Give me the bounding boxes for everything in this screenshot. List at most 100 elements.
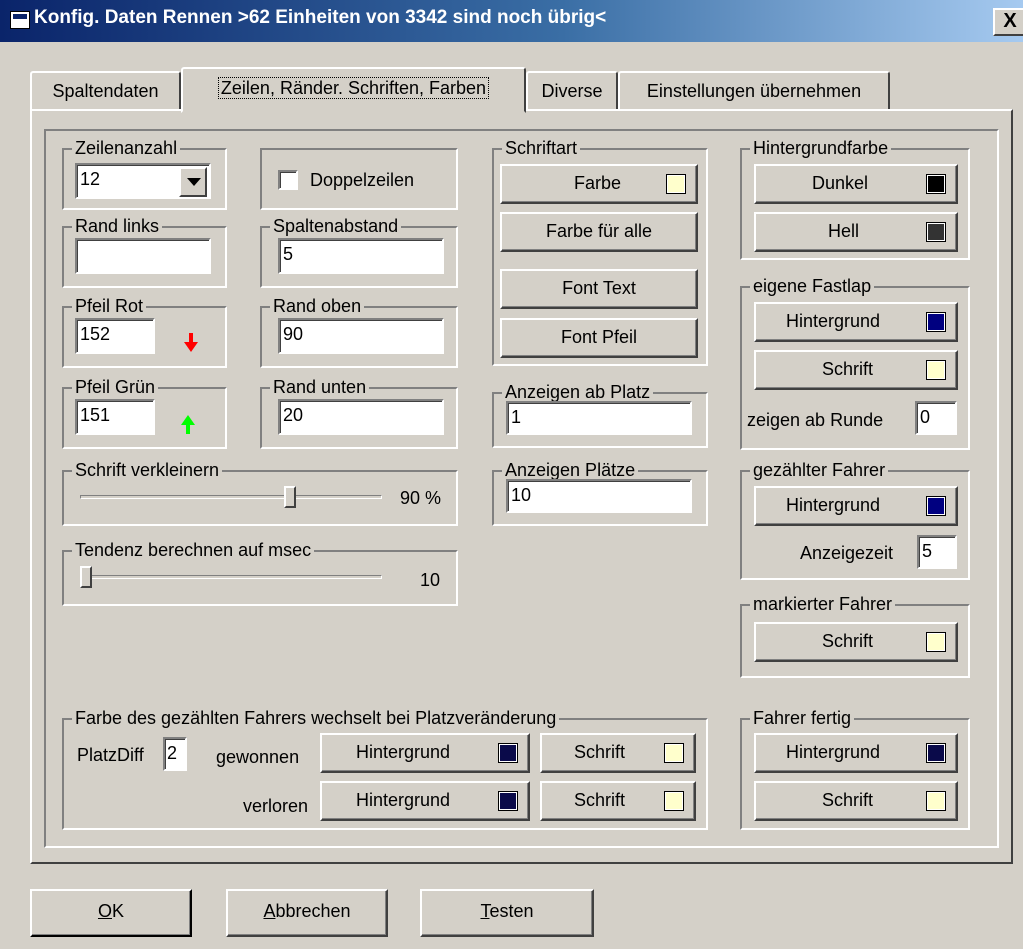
group-label: Farbe des gezählten Fahrers wechselt bei…	[72, 707, 560, 729]
group-label: Rand unten	[270, 376, 370, 398]
button-label: Testen	[422, 891, 592, 931]
platzdiff-label: PlatzDiff	[77, 745, 144, 765]
button-label: Schrift	[574, 790, 626, 810]
button-label: Hintergrund	[786, 495, 881, 515]
anzeigen-ab-platz-input[interactable]: 1	[506, 401, 692, 435]
rand-unten-input[interactable]: 20	[278, 399, 444, 435]
group-label: Schrift verkleinern	[72, 459, 223, 481]
button-label: Hintergrund	[786, 742, 881, 762]
schriftart-farbe-button[interactable]: Farbe	[500, 164, 698, 204]
verloren-label: verloren	[243, 796, 309, 816]
anzeigezeit-label: Anzeigezeit	[800, 543, 894, 563]
combo-value: 12	[80, 169, 101, 189]
tab-einstellungen[interactable]: Einstellungen übernehmen	[618, 71, 890, 111]
tendenz-track[interactable]	[80, 575, 382, 579]
group-label: Rand oben	[270, 295, 365, 317]
fertig-hintergrund-button[interactable]: Hintergrund	[754, 733, 958, 773]
hell-button[interactable]: Hell	[754, 212, 958, 252]
tendenz-slider[interactable]	[80, 566, 92, 588]
button-label: Schrift	[574, 742, 626, 762]
abbrechen-button[interactable]: Abbrechen	[226, 889, 388, 937]
tab-spaltendaten[interactable]: Spaltendaten	[30, 71, 181, 111]
group-label: Pfeil Grün	[72, 376, 159, 398]
button-label: Hintergrund	[786, 311, 881, 331]
font-text-button[interactable]: Font Text	[500, 269, 698, 309]
schrift-verkleinern-track[interactable]	[80, 495, 382, 499]
app-icon	[10, 11, 30, 29]
button-label: OK	[32, 891, 190, 931]
farbe-fuer-alle-button[interactable]: Farbe für alle	[500, 212, 698, 252]
group-label: Rand links	[72, 215, 163, 237]
mnemonic: A	[263, 901, 276, 921]
ok-button[interactable]: OK	[30, 889, 192, 937]
color-swatch-icon	[926, 174, 946, 194]
anzeigen-plaetze-input[interactable]: 10	[506, 479, 692, 513]
chevron-down-icon[interactable]	[179, 167, 207, 197]
button-label: Schrift	[822, 359, 874, 379]
window-title: Konfig. Daten Rennen >62 Einheiten von 3…	[34, 7, 607, 28]
fastlap-hintergrund-button[interactable]: Hintergrund	[754, 302, 958, 342]
label-rest: esten	[489, 901, 534, 921]
group-label: markierter Fahrer	[750, 593, 896, 615]
pfeil-rot-input[interactable]: 152	[75, 318, 155, 354]
tendenz-value: 10	[420, 570, 441, 590]
button-label: Hintergrund	[356, 790, 451, 810]
platzdiff-input[interactable]: 2	[163, 737, 187, 771]
group-label: eigene Fastlap	[750, 275, 875, 297]
markierter-schrift-button[interactable]: Schrift	[754, 622, 958, 662]
color-swatch-icon	[664, 791, 684, 811]
testen-button[interactable]: Testen	[420, 889, 594, 937]
zeilenanzahl-combo[interactable]: 12	[75, 163, 211, 199]
color-swatch-icon	[926, 312, 946, 332]
dunkel-button[interactable]: Dunkel	[754, 164, 958, 204]
group-label: Pfeil Rot	[72, 295, 147, 317]
color-swatch-icon	[498, 791, 518, 811]
mnemonic: O	[97, 901, 112, 921]
tab-zeilen-raender[interactable]: Zeilen, Ränder. Schriften, Farben	[181, 67, 526, 113]
button-label: Schrift	[822, 790, 874, 810]
color-swatch-icon	[498, 743, 518, 763]
button-label: Font Text	[562, 278, 636, 298]
verloren-schrift-button[interactable]: Schrift	[540, 781, 696, 821]
tab-label: Diverse	[541, 81, 603, 101]
color-swatch-icon	[926, 496, 946, 516]
group-label: Fahrer fertig	[750, 707, 855, 729]
button-label: Farbe für alle	[545, 221, 653, 241]
gewonnen-hintergrund-button[interactable]: Hintergrund	[320, 733, 530, 773]
red-down-arrow-icon	[184, 333, 198, 352]
zeigen-ab-runde-input[interactable]: 0	[915, 401, 957, 435]
verloren-hintergrund-button[interactable]: Hintergrund	[320, 781, 530, 821]
spaltenabstand-input[interactable]: 5	[278, 238, 444, 274]
doppelzeilen-checkbox[interactable]	[278, 170, 298, 190]
button-label: Abbrechen	[228, 891, 386, 931]
green-up-arrow-icon	[181, 415, 195, 434]
rand-links-input[interactable]	[75, 238, 211, 274]
button-label: Font Pfeil	[560, 327, 638, 347]
gewonnen-schrift-button[interactable]: Schrift	[540, 733, 696, 773]
gewonnen-label: gewonnen	[216, 747, 300, 767]
tab-label: Einstellungen übernehmen	[646, 81, 862, 101]
gezaehlter-hintergrund-button[interactable]: Hintergrund	[754, 486, 958, 526]
button-label: Schrift	[822, 631, 874, 651]
fertig-schrift-button[interactable]: Schrift	[754, 781, 958, 821]
button-label: Hintergrund	[356, 742, 451, 762]
group-label: gezählter Fahrer	[750, 459, 889, 481]
anzeigezeit-input[interactable]: 5	[917, 535, 957, 569]
zeigen-ab-runde-label: zeigen ab Runde	[747, 410, 884, 430]
color-swatch-icon	[926, 743, 946, 763]
schrift-verkleinern-value: 90 %	[400, 488, 442, 508]
font-pfeil-button[interactable]: Font Pfeil	[500, 318, 698, 358]
color-swatch-icon	[926, 222, 946, 242]
title-bar: Konfig. Daten Rennen >62 Einheiten von 3…	[0, 0, 1023, 42]
group-label: Tendenz berechnen auf msec	[72, 539, 315, 561]
fastlap-schrift-button[interactable]: Schrift	[754, 350, 958, 390]
tab-label: Spaltendaten	[52, 81, 159, 101]
color-swatch-icon	[926, 632, 946, 652]
schrift-verkleinern-slider[interactable]	[283, 486, 296, 508]
group-label: Zeilenanzahl	[72, 137, 181, 159]
rand-oben-input[interactable]: 90	[278, 318, 444, 354]
close-button[interactable]: X	[993, 8, 1023, 36]
doppelzeilen-label: Doppelzeilen	[310, 170, 415, 190]
tab-diverse[interactable]: Diverse	[526, 71, 618, 111]
pfeil-gruen-input[interactable]: 151	[75, 399, 155, 435]
